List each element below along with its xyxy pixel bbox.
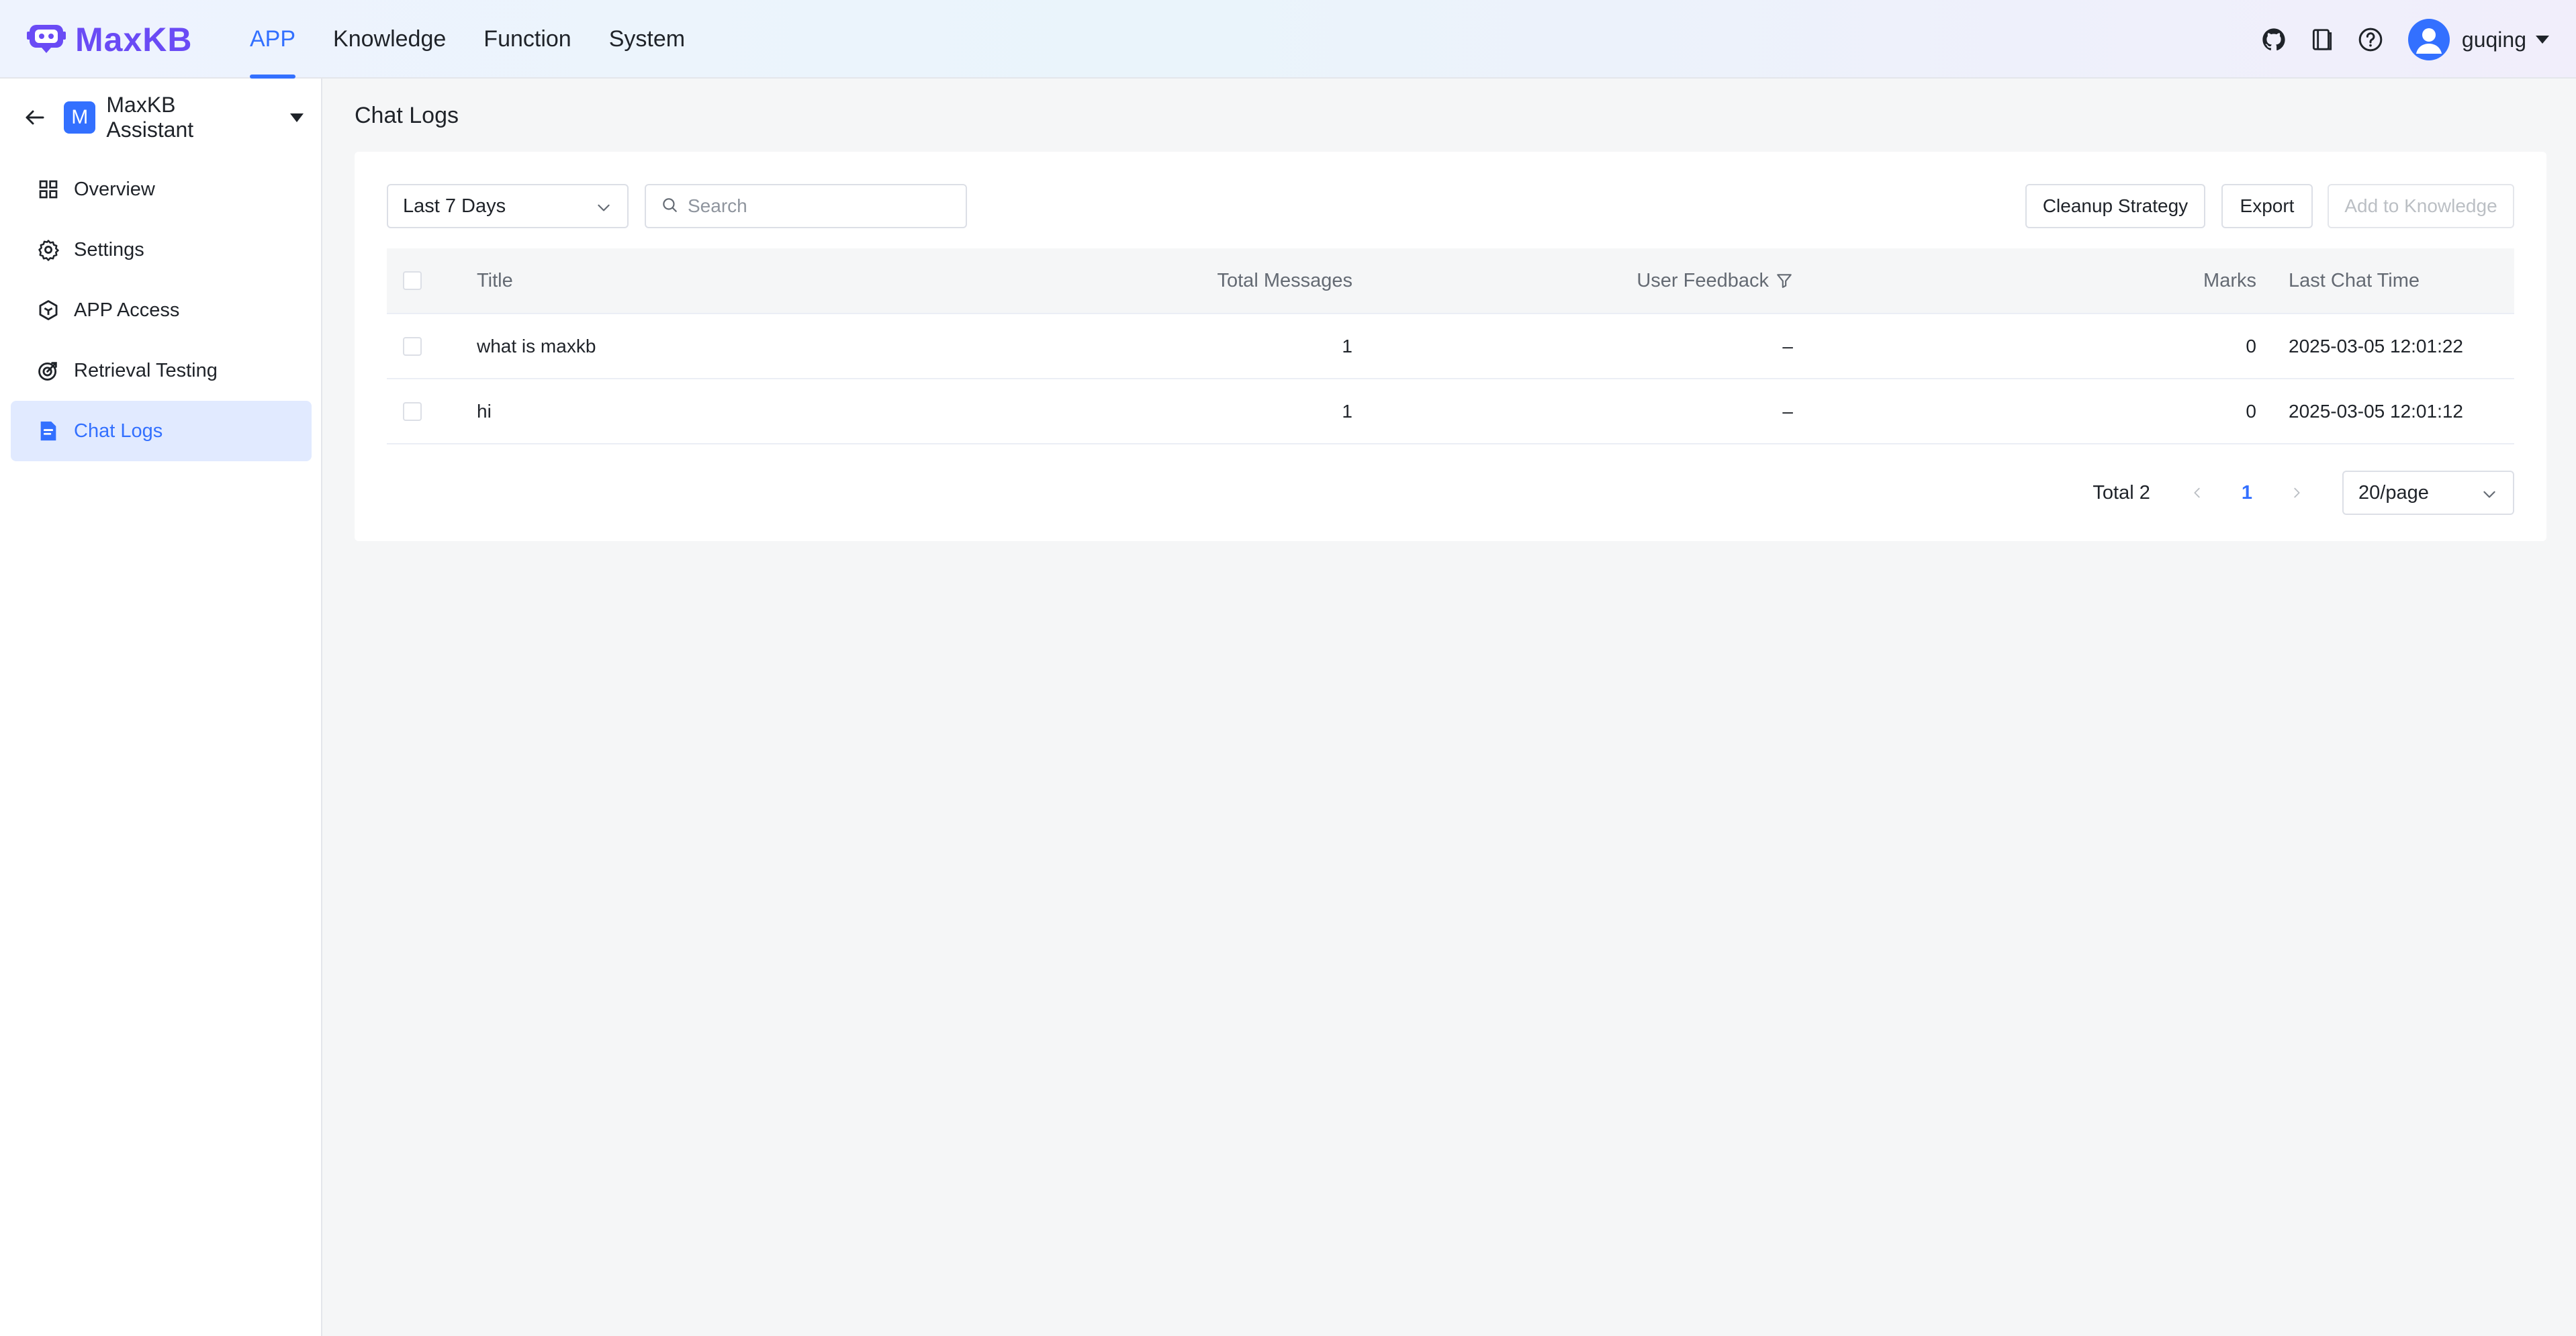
cell-last-chat-time: 2025-03-05 12:01:12	[2289, 400, 2463, 422]
sidebar-item-retrieval-testing[interactable]: Retrieval Testing	[11, 340, 312, 401]
top-bar: MaxKB APP Knowledge Function System guqi…	[0, 0, 2576, 79]
avatar[interactable]	[2407, 19, 2450, 60]
page-number-current[interactable]: 1	[2242, 482, 2252, 504]
nav-system[interactable]: System	[609, 0, 685, 79]
sidebar: M MaxKB Assistant Overview Settings APP …	[0, 79, 322, 1336]
cleanup-strategy-button[interactable]: Cleanup Strategy	[2025, 184, 2205, 228]
pagination: Total 2 1 20/page	[2092, 471, 2514, 515]
table-row[interactable]: what is maxkb 1 – 0 2025-03-05 12:01:22	[387, 314, 2514, 379]
page-title: Chat Logs	[355, 103, 459, 128]
header-marks[interactable]: Marks	[2203, 248, 2256, 313]
next-page-icon[interactable]	[2283, 485, 2310, 500]
app-name[interactable]: MaxKB Assistant	[106, 93, 265, 142]
search-input[interactable]	[688, 195, 956, 217]
app-badge: M	[64, 101, 96, 134]
help-icon[interactable]	[2356, 25, 2385, 54]
header-last-chat-time[interactable]: Last Chat Time	[2289, 248, 2420, 313]
header-actions: guqing	[2240, 19, 2549, 60]
cell-total-messages: 1	[1342, 335, 1352, 356]
header-user-feedback: User Feedback	[1637, 248, 1793, 313]
pagination-total: Total 2	[2092, 481, 2150, 504]
sidebar-item-label: Chat Logs	[74, 420, 163, 442]
cell-user-feedback: –	[1782, 335, 1793, 356]
sidebar-item-chat-logs[interactable]: Chat Logs	[11, 401, 312, 461]
header-user-feedback-label: User Feedback	[1637, 269, 1769, 291]
table-row[interactable]: hi 1 – 0 2025-03-05 12:01:12	[387, 379, 2514, 444]
sidebar-item-overview[interactable]: Overview	[11, 159, 312, 220]
github-icon[interactable]	[2259, 25, 2289, 54]
sidebar-item-label: Retrieval Testing	[74, 359, 218, 381]
cell-user-feedback: –	[1782, 400, 1793, 422]
cell-marks: 0	[2246, 400, 2256, 422]
grid-icon	[36, 177, 60, 201]
username[interactable]: guqing	[2462, 28, 2526, 52]
date-range-value: Last 7 Days	[403, 195, 506, 217]
cell-last-chat-time: 2025-03-05 12:01:22	[2289, 335, 2463, 356]
app-menu: Overview Settings APP Access Retrieval T…	[11, 159, 312, 461]
nav-app[interactable]: APP	[250, 0, 296, 79]
sidebar-item-settings[interactable]: Settings	[11, 220, 312, 280]
sidebar-item-app-access[interactable]: APP Access	[11, 280, 312, 340]
app-dropdown-caret-icon[interactable]	[290, 113, 304, 122]
header-title[interactable]: Title	[477, 248, 513, 313]
select-all-cell	[403, 248, 422, 313]
nav-function[interactable]: Function	[484, 0, 571, 79]
cell-title[interactable]: hi	[477, 379, 492, 443]
logo[interactable]: MaxKB	[27, 20, 192, 59]
logo-text: MaxKB	[75, 21, 193, 58]
chevron-down-icon	[2481, 485, 2498, 508]
header-total-messages[interactable]: Total Messages	[1217, 248, 1353, 313]
sidebar-item-label: Overview	[74, 178, 155, 200]
user-menu-caret-icon[interactable]	[2536, 36, 2549, 44]
row-checkbox[interactable]	[403, 336, 422, 356]
sidebar-item-label: Settings	[74, 238, 144, 260]
cell-title[interactable]: what is maxkb	[477, 314, 596, 378]
document-icon[interactable]	[2307, 25, 2337, 54]
table-header-row: Title Total Messages User Feedback Marks…	[387, 248, 2514, 314]
prev-page-icon[interactable]	[2184, 485, 2211, 500]
nav-knowledge[interactable]: Knowledge	[333, 0, 446, 79]
filter-icon[interactable]	[1776, 272, 1793, 289]
search-box[interactable]	[645, 184, 967, 228]
row-checkbox[interactable]	[403, 401, 422, 421]
sidebar-item-label: APP Access	[74, 299, 180, 321]
main-nav: APP Knowledge Function System	[250, 0, 723, 79]
date-range-select[interactable]: Last 7 Days	[387, 184, 629, 228]
robot-logo-icon	[27, 21, 66, 59]
target-icon	[36, 359, 60, 383]
add-to-knowledge-button[interactable]: Add to Knowledge	[2328, 184, 2514, 228]
select-all-checkbox[interactable]	[403, 271, 422, 290]
row-checkbox-cell	[403, 314, 422, 378]
back-arrow-icon[interactable]	[21, 104, 48, 131]
gear-icon	[36, 238, 60, 262]
file-icon	[36, 419, 60, 443]
chat-logs-card: Last 7 Days Cleanup Strategy Export Add …	[355, 152, 2546, 541]
export-button[interactable]: Export	[2221, 184, 2313, 228]
cell-total-messages: 1	[1342, 400, 1352, 422]
page-size-select[interactable]: 20/page	[2342, 471, 2514, 515]
search-icon	[661, 196, 678, 217]
chevron-down-icon	[595, 199, 612, 222]
page-size-value: 20/page	[2358, 481, 2429, 504]
chat-logs-table: Title Total Messages User Feedback Marks…	[387, 248, 2514, 444]
cell-marks: 0	[2246, 335, 2256, 356]
row-checkbox-cell	[403, 379, 422, 443]
cube-icon	[36, 298, 60, 322]
app-switcher: M MaxKB Assistant	[21, 93, 304, 142]
